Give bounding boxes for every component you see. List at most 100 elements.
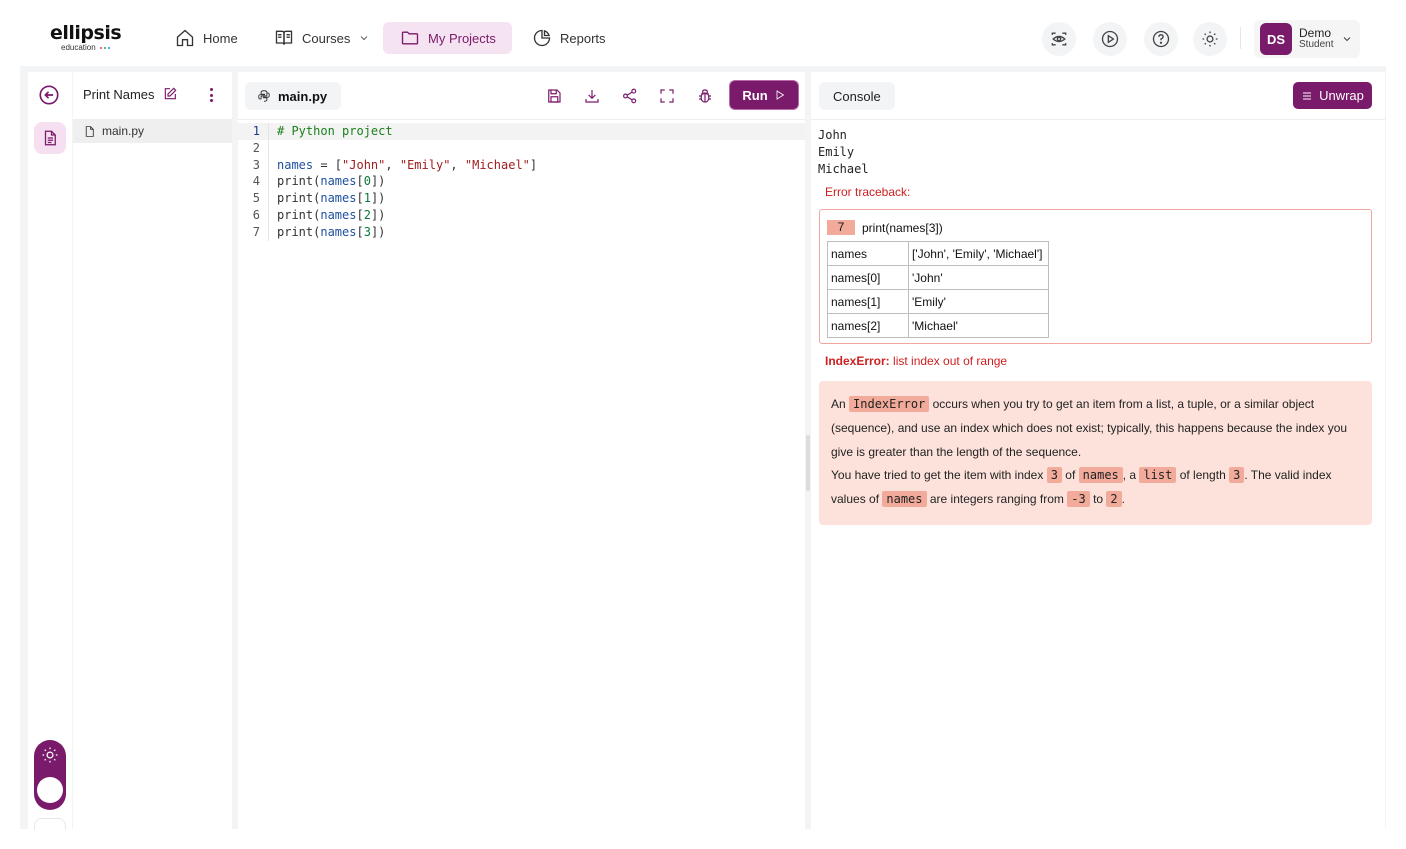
file-panel: Print Names main.py bbox=[73, 72, 232, 829]
back-button[interactable] bbox=[38, 84, 62, 108]
var-name: names[1] bbox=[827, 289, 909, 314]
nav-courses-label: Courses bbox=[302, 30, 351, 46]
unwrap-button[interactable]: Unwrap bbox=[1293, 82, 1372, 109]
traceback-line: 7 print(names[3]) bbox=[827, 220, 943, 235]
book-open-icon bbox=[275, 30, 293, 45]
eye-scan-icon bbox=[1051, 32, 1067, 46]
code-highlight: names bbox=[1078, 467, 1123, 484]
theme-toggle-knob[interactable] bbox=[37, 777, 63, 803]
code-token: [ bbox=[356, 207, 364, 222]
code-token: ] bbox=[529, 157, 538, 172]
var-value: 'Emily' bbox=[908, 289, 1049, 314]
theme-button[interactable] bbox=[1193, 22, 1227, 56]
help-button[interactable] bbox=[1144, 22, 1178, 56]
code-line[interactable]: 1 # Python project bbox=[238, 123, 805, 140]
code-token: names bbox=[320, 191, 357, 206]
code-line[interactable]: 2 bbox=[238, 139, 805, 157]
project-menu-button[interactable] bbox=[203, 86, 219, 104]
gutter-divider bbox=[268, 156, 269, 174]
theme-toggle[interactable] bbox=[34, 740, 66, 810]
code-text: print(names[3]) bbox=[277, 224, 385, 241]
explain-text: An bbox=[831, 397, 846, 411]
files-panel-button[interactable] bbox=[34, 122, 66, 154]
console-panel: Console Unwrap John Emily Michael Error … bbox=[811, 72, 1385, 829]
file-text-icon bbox=[44, 130, 56, 146]
side-rail bbox=[28, 72, 72, 830]
nav-my-projects[interactable]: My Projects bbox=[383, 22, 512, 54]
code-highlight: 3 bbox=[1229, 467, 1245, 484]
run-button[interactable]: Run bbox=[730, 81, 798, 109]
folder-icon bbox=[401, 31, 419, 45]
explain-text: of length bbox=[1179, 468, 1226, 483]
code-token: [ bbox=[356, 174, 364, 189]
output-line: John bbox=[818, 128, 847, 142]
avatar: DS bbox=[1260, 23, 1292, 55]
code-token: [ bbox=[356, 191, 364, 206]
rail-collapse-button[interactable] bbox=[34, 818, 66, 830]
download-button[interactable] bbox=[581, 85, 603, 107]
nav-home[interactable]: Home bbox=[165, 22, 248, 54]
nav-reports[interactable]: Reports bbox=[522, 22, 616, 54]
gutter-divider bbox=[268, 123, 269, 140]
brand-logo[interactable]: ellipsis education bbox=[50, 24, 122, 56]
file-icon bbox=[85, 125, 94, 137]
pie-chart-icon bbox=[533, 29, 551, 47]
code-editor: main.py Run 1 # Python project 2 3 names = [… bbox=[238, 72, 805, 829]
code-line[interactable]: 7 print(names[3]) bbox=[238, 223, 805, 241]
code-line[interactable]: 4 print(names[0]) bbox=[238, 173, 805, 191]
code-line[interactable]: 6 print(names[2]) bbox=[238, 206, 805, 224]
code-token: , bbox=[450, 157, 465, 172]
table-row: names ['John', 'Emily', 'Michael'] bbox=[827, 241, 1049, 266]
save-button[interactable] bbox=[543, 85, 565, 107]
user-role: Student bbox=[1299, 39, 1334, 50]
traceback-line-number: 7 bbox=[827, 220, 855, 235]
line-number: 4 bbox=[252, 174, 260, 189]
code-token: "John" bbox=[342, 157, 386, 172]
code-area[interactable]: 1 # Python project 2 3 names = ["John", "Emi… bbox=[238, 123, 805, 241]
code-token: names bbox=[320, 207, 357, 222]
debug-button[interactable] bbox=[694, 85, 716, 107]
tab-label: main.py bbox=[278, 88, 328, 104]
nav-courses[interactable]: Courses bbox=[264, 22, 380, 54]
output-line: Emily bbox=[818, 145, 855, 159]
project-name: Print Names bbox=[83, 86, 155, 102]
fullscreen-button[interactable] bbox=[656, 85, 678, 107]
code-token: print( bbox=[277, 191, 321, 206]
code-token: # Python project bbox=[277, 124, 393, 138]
traceback-box: 7 print(names[3]) names ['John', 'Emily',… bbox=[819, 209, 1372, 344]
explain-text: to bbox=[1093, 492, 1104, 507]
code-highlight: -3 bbox=[1067, 491, 1090, 508]
share-icon bbox=[623, 88, 637, 104]
table-row: names[1] 'Emily' bbox=[827, 289, 1049, 314]
code-line[interactable]: 3 names = ["John", "Emily", "Michael"] bbox=[238, 156, 805, 174]
play-video-button[interactable] bbox=[1093, 22, 1127, 56]
unwrap-button-label: Unwrap bbox=[1319, 88, 1364, 103]
variables-table: names ['John', 'Emily', 'Michael'] names[… bbox=[827, 241, 1049, 338]
pane-resize-handle[interactable] bbox=[806, 435, 810, 491]
play-icon bbox=[776, 90, 784, 100]
code-token: 0 bbox=[363, 174, 371, 189]
share-button[interactable] bbox=[619, 85, 641, 107]
tab-console[interactable]: Console bbox=[819, 82, 895, 110]
line-number: 6 bbox=[252, 207, 260, 222]
line-number: 3 bbox=[252, 157, 260, 172]
code-token: names bbox=[277, 157, 314, 172]
var-value: 'Michael' bbox=[908, 313, 1049, 338]
explain-text: are integers ranging from bbox=[929, 492, 1064, 507]
edit-icon[interactable] bbox=[162, 86, 178, 102]
gutter-divider bbox=[268, 139, 269, 157]
user-name: Demo bbox=[1299, 26, 1332, 40]
user-menu[interactable]: DS Demo Student bbox=[1254, 20, 1360, 58]
brand-sub-text: education bbox=[61, 43, 96, 52]
tab-main-py[interactable]: main.py bbox=[245, 82, 342, 110]
home-icon bbox=[176, 29, 194, 47]
console-output: John Emily Michael bbox=[818, 127, 869, 178]
code-token: = [ bbox=[313, 157, 343, 172]
code-line[interactable]: 5 print(names[1]) bbox=[238, 190, 805, 207]
code-token: print( bbox=[277, 174, 321, 189]
python-icon bbox=[258, 90, 270, 102]
code-text: print(names[2]) bbox=[277, 207, 385, 224]
file-item-main-py[interactable]: main.py bbox=[73, 119, 232, 143]
preview-button[interactable] bbox=[1042, 22, 1076, 56]
line-number: 1 bbox=[252, 124, 260, 138]
